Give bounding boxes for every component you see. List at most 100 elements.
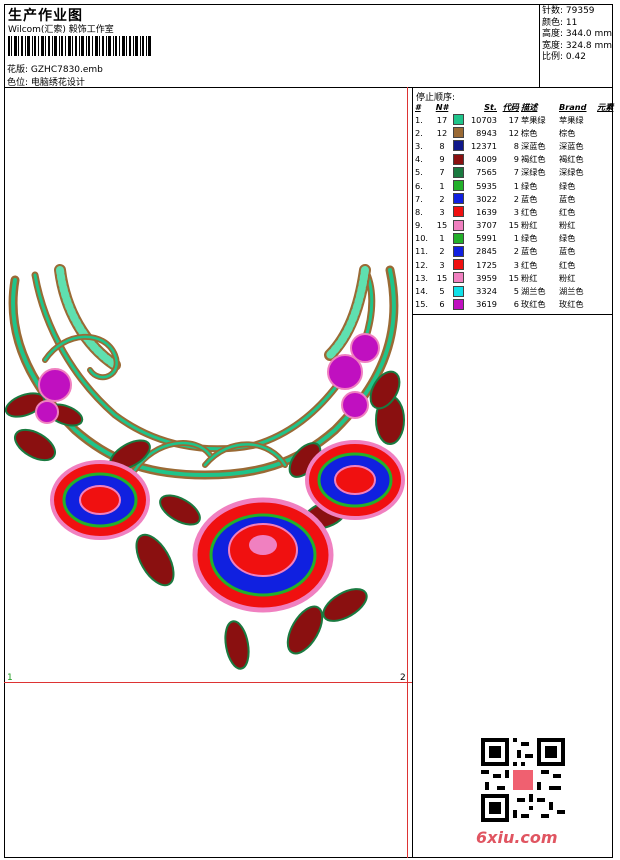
row-swatch	[452, 192, 466, 205]
row-element	[596, 298, 614, 311]
row-needle: 3	[439, 259, 445, 270]
peony-left	[50, 460, 150, 540]
row-needle: 2	[439, 246, 445, 257]
row-index: 10.	[415, 233, 429, 244]
thread-table: # N# St. 代码 描述 Brand 元素 1. 17 10703 17 苹果绿 苹果…	[414, 101, 614, 311]
thread-row: 3. 8 12371 8 深蓝色 深蓝色	[414, 139, 614, 152]
row-code: 15	[508, 272, 519, 283]
row-needle: 7	[439, 167, 445, 178]
row-swatch	[452, 179, 466, 192]
row-element	[596, 258, 614, 271]
row-index: 5.	[415, 167, 423, 178]
row-desc: 蓝色	[521, 193, 538, 204]
thread-row: 8. 3 1639 3 红色 红色	[414, 205, 614, 218]
row-element	[596, 232, 614, 245]
row-stitches: 1639	[476, 206, 497, 217]
color-swatch	[453, 245, 464, 257]
row-needle: 6	[439, 299, 445, 310]
row-index: 4.	[415, 154, 423, 165]
row-code: 7	[513, 167, 519, 178]
row-stitches: 1725	[476, 259, 497, 270]
marker-right: 2	[400, 673, 406, 683]
header-divider	[4, 87, 613, 88]
row-needle: 9	[439, 154, 445, 165]
row-stitches: 3619	[476, 299, 497, 310]
row-swatch	[452, 166, 466, 179]
row-code: 3	[513, 206, 519, 217]
row-code: 6	[513, 299, 519, 310]
thread-row: 13. 15 3959 15 粉红 粉红	[414, 271, 614, 284]
row-needle: 1	[439, 180, 445, 191]
row-code: 8	[513, 140, 519, 151]
color-swatch	[453, 193, 464, 205]
row-needle: 15	[436, 272, 448, 283]
row-element	[596, 192, 614, 205]
row-brand: 湖兰色	[559, 286, 584, 297]
color-swatch	[453, 206, 464, 218]
row-brand: 玫红色	[559, 299, 584, 310]
color-swatch	[453, 272, 464, 284]
design-scale: 比例: 0.42	[542, 52, 586, 63]
row-stitches: 5935	[476, 180, 497, 191]
row-swatch	[452, 284, 466, 297]
row-brand: 苹果绿	[559, 114, 584, 125]
row-index: 3.	[415, 140, 423, 151]
row-brand: 蓝色	[559, 246, 576, 257]
row-index: 13.	[415, 272, 429, 283]
thread-row: 11. 2 2845 2 蓝色 蓝色	[414, 245, 614, 258]
row-stitches: 10703	[470, 114, 497, 125]
row-desc: 绿色	[521, 233, 538, 244]
row-swatch	[452, 113, 466, 126]
row-stitches: 3324	[476, 286, 497, 297]
row-swatch	[452, 126, 466, 139]
pattern-row: 花版: GZHC7830.emb	[7, 62, 103, 75]
row-needle: 1	[439, 233, 445, 244]
row-element	[596, 179, 614, 192]
panel-divider	[412, 87, 413, 858]
row-desc: 深蓝色	[521, 140, 546, 151]
thread-table-header: # N# St. 代码 描述 Brand 元素	[414, 101, 614, 113]
color-swatch	[453, 114, 464, 126]
row-code: 9	[513, 154, 519, 165]
col-desc: 描述	[521, 102, 538, 112]
row-element	[596, 113, 614, 126]
thread-row: 5. 7 7565 7 深绿色 深绿色	[414, 166, 614, 179]
color-swatch	[453, 259, 464, 271]
embroidery-preview	[5, 264, 405, 670]
stitch-count: 针数: 79359	[542, 6, 595, 16]
row-element	[596, 126, 614, 139]
company-name: Wilcom(汇索) 毅饰工作室	[8, 25, 114, 35]
stats-panel: 针数: 79359 颜色: 11 高度: 344.0 mm 宽度: 324.8 …	[542, 6, 612, 64]
row-desc: 蓝色	[521, 246, 538, 257]
pattern-file: GZHC7830.emb	[30, 65, 103, 75]
row-element	[596, 139, 614, 152]
row-desc: 玫红色	[521, 299, 546, 310]
thread-row: 9. 15 3707 15 粉红 粉红	[414, 219, 614, 232]
row-stitches: 12371	[470, 140, 497, 151]
thread-row: 14. 5 3324 5 湖兰色 湖兰色	[414, 284, 614, 297]
row-index: 15.	[415, 299, 429, 310]
color-swatch	[453, 127, 464, 139]
design-right-edge	[407, 87, 408, 858]
color-value: 电脑绣花设计	[30, 78, 85, 88]
col-stitches: St.	[484, 102, 497, 112]
row-swatch	[452, 153, 466, 166]
row-desc: 粉红	[521, 220, 538, 231]
color-swatch	[453, 140, 464, 152]
row-code: 12	[508, 127, 519, 138]
row-stitches: 3707	[476, 220, 497, 231]
col-index: #	[415, 102, 421, 112]
row-stitches: 3022	[476, 193, 497, 204]
thread-row: 7. 2 3022 2 蓝色 蓝色	[414, 192, 614, 205]
row-swatch	[452, 258, 466, 271]
qr-code	[481, 738, 565, 822]
row-brand: 深绿色	[559, 167, 584, 178]
row-element	[596, 153, 614, 166]
thread-row: 1. 17 10703 17 苹果绿 苹果绿	[414, 113, 614, 126]
row-code: 1	[513, 233, 519, 244]
row-needle: 5	[439, 286, 445, 297]
row-index: 2.	[415, 127, 423, 138]
row-index: 7.	[415, 193, 423, 204]
pattern-label: 花版:	[7, 65, 29, 75]
thread-row: 6. 1 5935 1 绿色 绿色	[414, 179, 614, 192]
